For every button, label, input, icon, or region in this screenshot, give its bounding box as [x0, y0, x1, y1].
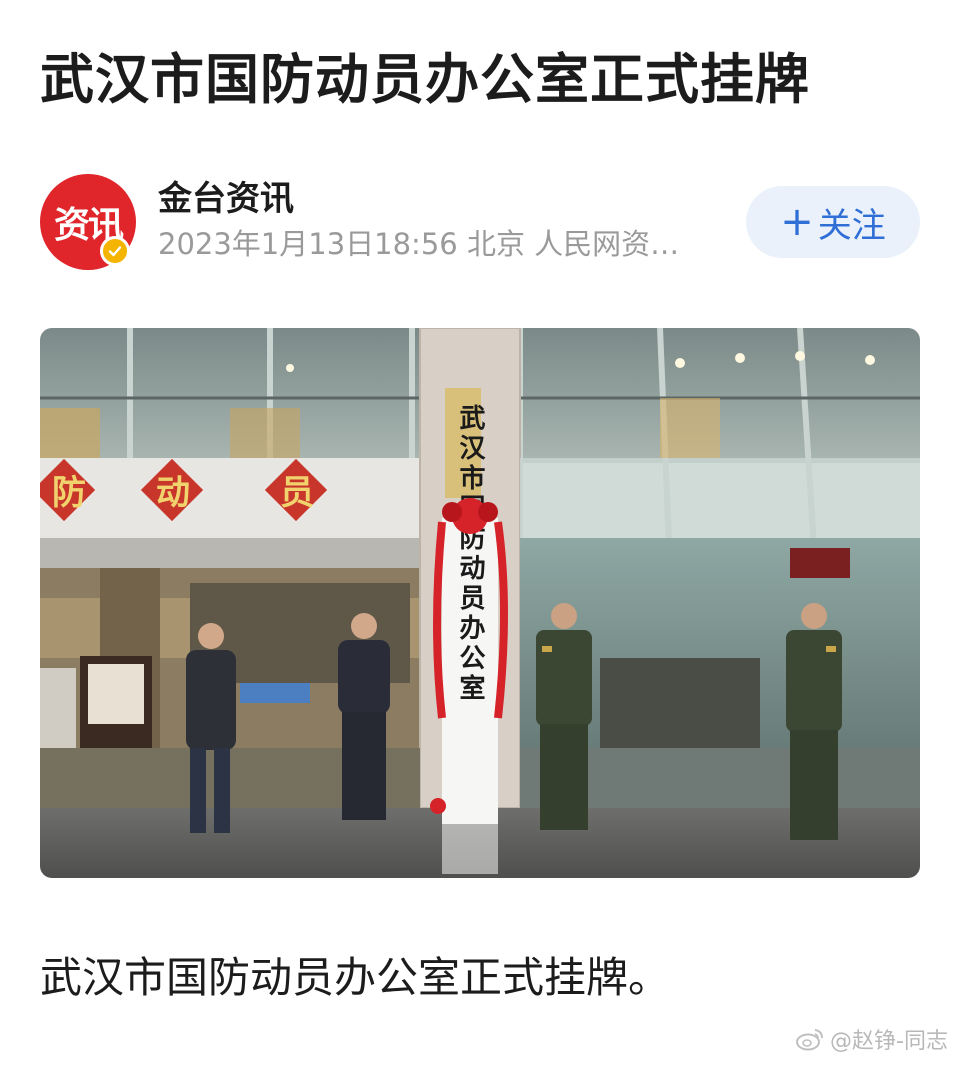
article-headline: 武汉市国防动员办公室正式挂牌 [40, 48, 810, 111]
article-photo-illustration: 防 动 员 武汉市国防动员办公室 [40, 328, 920, 878]
watermark: @赵铮-同志 [796, 1023, 948, 1055]
author-name[interactable]: 金台资讯 [158, 174, 294, 224]
post-meta: 2023年1月13日18:56 北京 人民网资… [158, 227, 680, 261]
watermark-text: @赵铮-同志 [830, 1029, 948, 1054]
weibo-icon [796, 1029, 824, 1051]
article-photo[interactable]: 防 动 员 武汉市国防动员办公室 [40, 328, 920, 878]
author-row: 资讯 金台资讯 2023年1月13日18:56 北京 人民网资… + 关注 [40, 172, 920, 272]
person-2 [338, 613, 390, 820]
plus-icon: + [780, 199, 814, 245]
svg-text:防: 防 [52, 473, 86, 513]
article-caption: 武汉市国防动员办公室正式挂牌。 [40, 953, 671, 1002]
follow-button[interactable]: + 关注 [746, 186, 920, 258]
svg-text:员: 员 [280, 473, 314, 513]
svg-text:动: 动 [156, 473, 190, 513]
verified-badge-icon [100, 236, 130, 266]
soldier-2 [786, 603, 842, 840]
svg-text:武汉市国防动员办公室: 武汉市国防动员办公室 [455, 404, 485, 704]
soldier-1 [536, 603, 592, 830]
follow-label: 关注 [817, 205, 886, 246]
